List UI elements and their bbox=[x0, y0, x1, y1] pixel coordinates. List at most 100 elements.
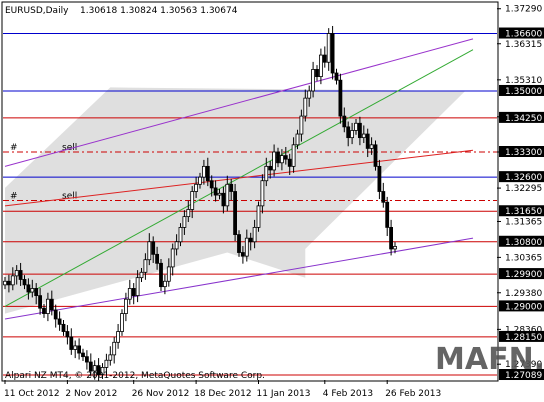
level-label-4: 1.32600 bbox=[505, 173, 542, 183]
level-note-5: sell bbox=[62, 191, 77, 201]
candle-body-16 bbox=[65, 331, 70, 338]
candle-body-42 bbox=[166, 266, 171, 282]
candle-body-100 bbox=[393, 246, 397, 250]
candle-body-11 bbox=[46, 298, 50, 314]
candle-body-99 bbox=[389, 227, 394, 250]
candle-body-17 bbox=[69, 336, 74, 350]
candle-body-56 bbox=[221, 192, 226, 207]
candle-body-48 bbox=[190, 191, 195, 210]
candle-body-91 bbox=[357, 122, 362, 139]
level-note-3: sell bbox=[62, 143, 77, 153]
candle-body-8 bbox=[34, 288, 39, 297]
candle-body-71 bbox=[279, 155, 284, 164]
candle-body-28 bbox=[112, 341, 117, 356]
candle-body-75 bbox=[295, 133, 300, 146]
candle-body-1 bbox=[7, 280, 11, 286]
candle-body-79 bbox=[311, 69, 316, 92]
level-label-8: 1.29900 bbox=[505, 270, 542, 280]
ohlc-label: 1.30618 1.30824 1.30563 1.30674 bbox=[80, 6, 238, 16]
x-tick-label-6: 26 Feb 2013 bbox=[385, 389, 441, 399]
candle-body-61 bbox=[240, 252, 245, 257]
candle-body-68 bbox=[268, 165, 273, 171]
candle-body-43 bbox=[170, 248, 175, 268]
candle-body-33 bbox=[131, 288, 136, 297]
candle-body-26 bbox=[104, 359, 109, 368]
y-tick-label-7: 1.30365 bbox=[505, 253, 542, 263]
x-axis: 11 Oct 2012 2 Nov 2012 26 Nov 2012 18 Dec 2… bbox=[4, 380, 441, 399]
candle-body-19 bbox=[77, 345, 81, 354]
candle-body-47 bbox=[186, 209, 191, 218]
candle-body-83 bbox=[326, 33, 331, 63]
candle-body-78 bbox=[307, 90, 312, 99]
candle-body-89 bbox=[350, 130, 355, 139]
symbol-label: EURUSD,Daily bbox=[5, 6, 69, 16]
level-label-9: 1.29000 bbox=[505, 302, 542, 312]
candle-body-65 bbox=[256, 205, 261, 228]
candle-body-69 bbox=[272, 151, 277, 171]
candle-body-22 bbox=[88, 361, 93, 372]
candle-body-67 bbox=[264, 165, 269, 182]
candle-body-70 bbox=[276, 151, 280, 164]
level-marker-5: # bbox=[10, 191, 18, 201]
candle-body-18 bbox=[73, 345, 78, 350]
y-axis: 1.372901.363151.353101.342801.333001.322… bbox=[497, 5, 542, 370]
candle-body-74 bbox=[291, 144, 296, 167]
candle-body-3 bbox=[14, 270, 19, 277]
candle-body-54 bbox=[213, 187, 218, 196]
candle-body-13 bbox=[53, 309, 58, 320]
candle-body-58 bbox=[229, 183, 234, 192]
x-tick-label-0: 11 Oct 2012 bbox=[4, 389, 60, 399]
price-chart: # sell # sell 1.372901.363151.353101.342801… bbox=[1, 1, 544, 399]
candle-body-84 bbox=[330, 33, 335, 74]
x-tick-label-4: 11 Jan 2013 bbox=[257, 389, 311, 399]
candle-body-81 bbox=[318, 54, 323, 78]
candle-body-44 bbox=[174, 241, 179, 250]
copyright-label: Alpari NZ MT4, © 2001-2012, MetaQuotes S… bbox=[5, 371, 265, 381]
level-label-3: 1.33300 bbox=[505, 148, 542, 158]
candle-body-37 bbox=[147, 241, 152, 261]
y-tick-label-1: 1.36315 bbox=[505, 40, 542, 50]
candle-body-66 bbox=[260, 180, 265, 207]
candle-body-35 bbox=[139, 271, 144, 279]
candle-body-93 bbox=[365, 133, 370, 149]
candle-body-34 bbox=[135, 277, 140, 297]
x-tick-label-5: 4 Feb 2013 bbox=[323, 389, 373, 399]
x-tick-label-2: 26 Nov 2012 bbox=[132, 389, 190, 399]
candle-body-62 bbox=[244, 237, 249, 257]
candle-body-60 bbox=[237, 234, 241, 253]
level-marker-3: # bbox=[10, 143, 18, 153]
candle-body-76 bbox=[299, 115, 304, 135]
candle-body-53 bbox=[209, 180, 214, 189]
level-label-7: 1.30800 bbox=[505, 238, 542, 248]
level-label-6: 1.31650 bbox=[505, 207, 542, 217]
level-label-1: 1.35000 bbox=[505, 87, 542, 97]
candle-body-2 bbox=[10, 275, 15, 286]
y-tick-label-5: 1.32295 bbox=[505, 184, 542, 194]
candle-body-85 bbox=[334, 72, 339, 81]
candle-body-96 bbox=[377, 165, 382, 192]
candle-body-45 bbox=[178, 227, 183, 243]
watermark: MAFN.RU bbox=[435, 342, 544, 377]
candle-body-82 bbox=[322, 54, 327, 63]
candle-body-46 bbox=[182, 216, 187, 228]
candle-body-57 bbox=[225, 183, 230, 207]
candle-body-59 bbox=[233, 191, 238, 235]
x-tick-label-1: 2 Nov 2012 bbox=[65, 389, 117, 399]
candle-body-64 bbox=[252, 227, 257, 243]
candle-body-95 bbox=[373, 144, 378, 167]
candle-body-73 bbox=[287, 158, 292, 167]
candle-body-27 bbox=[108, 354, 113, 361]
candle-body-97 bbox=[381, 191, 386, 203]
candle-body-92 bbox=[361, 133, 366, 139]
candle-body-86 bbox=[338, 79, 343, 117]
level-label-0: 1.36600 bbox=[505, 30, 542, 40]
candle-body-32 bbox=[127, 288, 132, 300]
candle-body-52 bbox=[205, 165, 210, 182]
candle-body-50 bbox=[198, 176, 202, 185]
candle-body-31 bbox=[124, 298, 128, 314]
candle-body-12 bbox=[49, 298, 54, 311]
candle-body-51 bbox=[201, 165, 206, 178]
candle-body-30 bbox=[120, 313, 124, 332]
candle-body-14 bbox=[57, 318, 62, 325]
candle-body-7 bbox=[30, 288, 35, 293]
